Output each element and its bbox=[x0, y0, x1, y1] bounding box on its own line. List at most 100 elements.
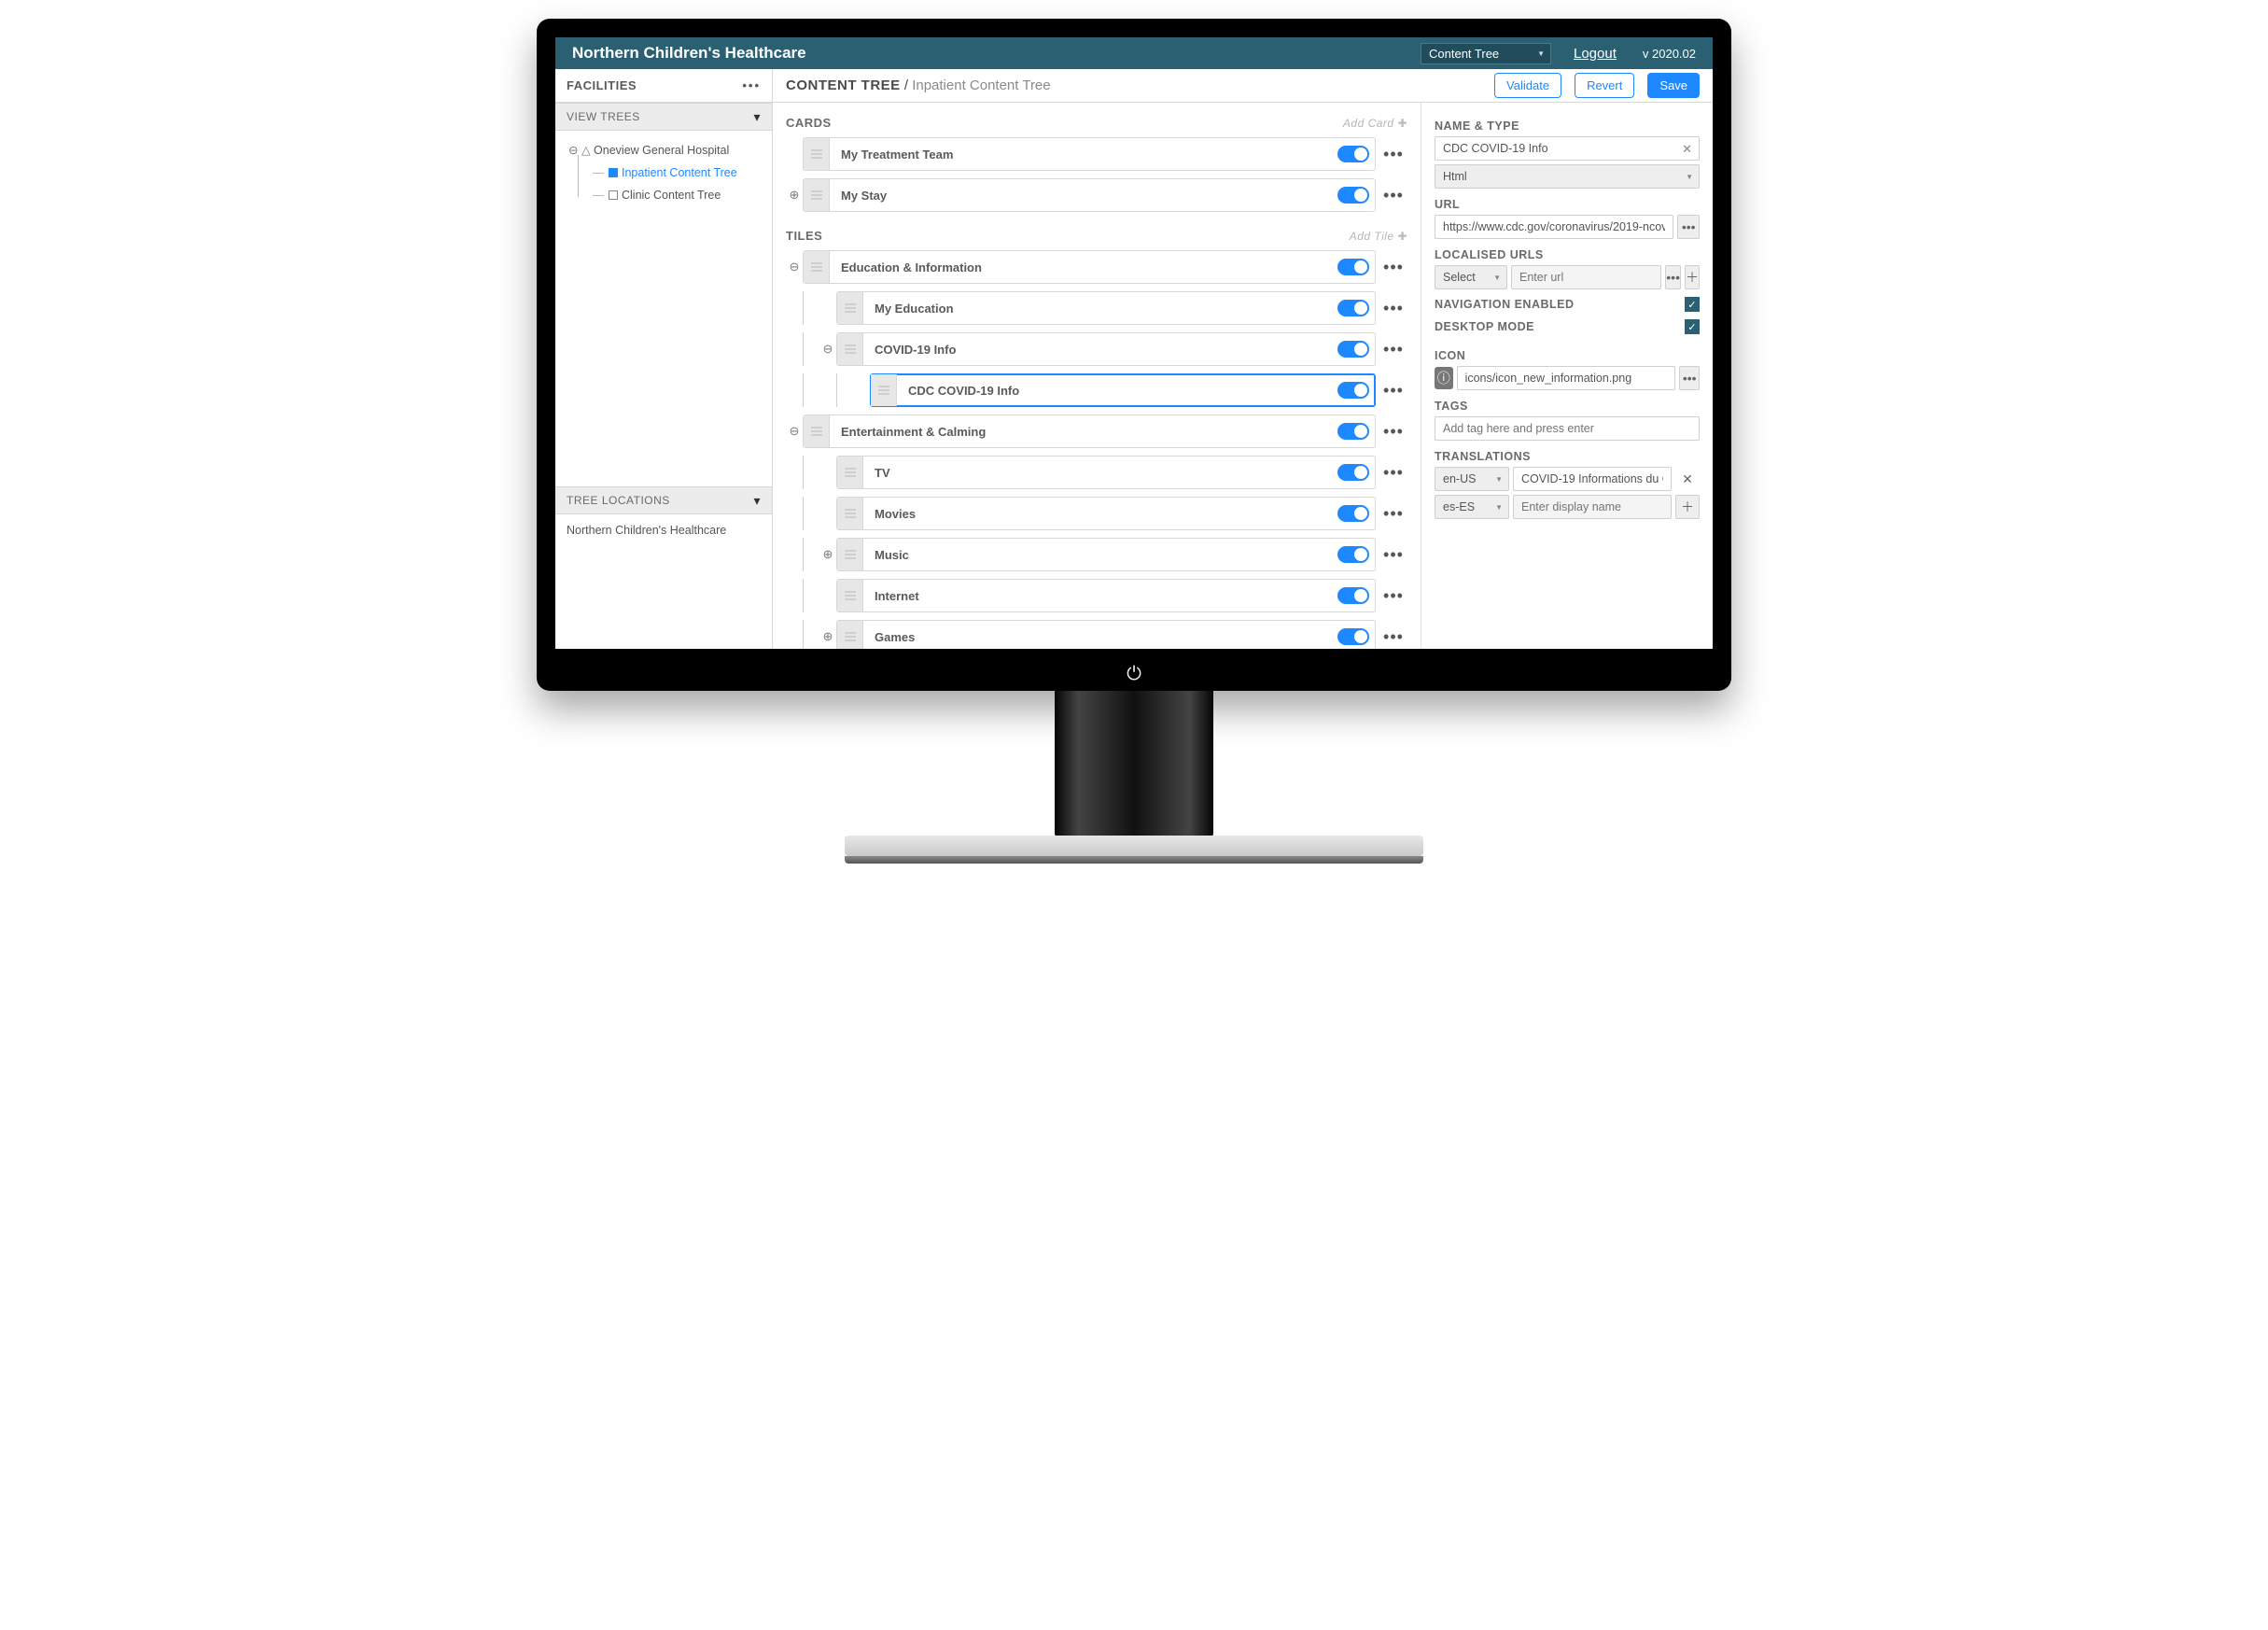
tiles-heading: TILES bbox=[786, 229, 822, 243]
cards-heading: CARDS bbox=[786, 116, 832, 130]
expand-toggle[interactable] bbox=[786, 260, 803, 274]
logout-link[interactable]: Logout bbox=[1574, 46, 1617, 62]
expand-toggle[interactable] bbox=[786, 188, 803, 203]
drag-handle-icon[interactable] bbox=[804, 251, 830, 283]
add-tile-link[interactable]: Add Tile bbox=[1350, 230, 1407, 243]
content-row[interactable]: CDC COVID-19 Info bbox=[870, 373, 1376, 407]
tree-node-inpatient[interactable]: Inpatient Content Tree bbox=[622, 166, 737, 179]
drag-handle-icon[interactable] bbox=[804, 138, 830, 170]
content-row[interactable]: Entertainment & Calming bbox=[803, 415, 1376, 448]
tree-node-clinic[interactable]: Clinic Content Tree bbox=[622, 189, 721, 202]
content-row[interactable]: COVID-19 Info bbox=[836, 332, 1376, 366]
row-menu-icon[interactable]: ••• bbox=[1379, 145, 1407, 164]
localised-url-lang-select[interactable]: Select bbox=[1435, 265, 1507, 289]
translation-value-field[interactable] bbox=[1513, 467, 1672, 491]
enabled-toggle[interactable] bbox=[1337, 505, 1369, 522]
enabled-toggle[interactable] bbox=[1337, 187, 1369, 204]
row-menu-icon[interactable]: ••• bbox=[1379, 186, 1407, 205]
translation-lang-select[interactable]: es-ES bbox=[1435, 495, 1509, 519]
enabled-toggle[interactable] bbox=[1337, 587, 1369, 604]
tags-heading: TAGS bbox=[1435, 400, 1700, 413]
content-row[interactable]: My Treatment Team bbox=[803, 137, 1376, 171]
localised-url-more-button[interactable]: ••• bbox=[1665, 265, 1681, 289]
url-more-button[interactable]: ••• bbox=[1677, 215, 1700, 239]
clear-name-icon[interactable]: ✕ bbox=[1682, 142, 1692, 157]
nav-enabled-checkbox[interactable]: ✓ bbox=[1685, 297, 1700, 312]
content-row-label: Games bbox=[863, 630, 1337, 644]
drag-handle-icon[interactable] bbox=[837, 292, 863, 324]
expand-toggle[interactable] bbox=[786, 424, 803, 439]
type-select[interactable]: Html bbox=[1435, 164, 1700, 189]
enabled-toggle[interactable] bbox=[1337, 341, 1369, 358]
facilities-menu-icon[interactable]: ••• bbox=[742, 78, 761, 92]
icon-more-button[interactable]: ••• bbox=[1679, 366, 1700, 390]
drag-handle-icon[interactable] bbox=[837, 621, 863, 649]
translation-add-button[interactable]: ＋ bbox=[1675, 495, 1700, 519]
drag-handle-icon[interactable] bbox=[804, 415, 830, 447]
row-menu-icon[interactable]: ••• bbox=[1379, 381, 1407, 400]
drag-handle-icon[interactable] bbox=[837, 498, 863, 529]
icon-path-field[interactable] bbox=[1457, 366, 1676, 390]
localised-url-add-button[interactable]: ＋ bbox=[1685, 265, 1700, 289]
content-row[interactable]: My Education bbox=[836, 291, 1376, 325]
drag-handle-icon[interactable] bbox=[837, 580, 863, 611]
drag-handle-icon[interactable] bbox=[871, 374, 897, 406]
breadcrumb: CONTENT TREE / Inpatient Content Tree bbox=[786, 77, 1051, 93]
enabled-toggle[interactable] bbox=[1337, 300, 1369, 316]
view-trees-toggle[interactable]: VIEW TREES bbox=[555, 103, 772, 131]
add-card-link[interactable]: Add Card bbox=[1343, 117, 1407, 130]
tree-root[interactable]: Oneview General Hospital bbox=[568, 140, 763, 162]
enabled-toggle[interactable] bbox=[1337, 382, 1369, 399]
content-tree-panel: CARDS Add Card My Treatment Team•••My St… bbox=[773, 103, 1421, 649]
drag-handle-icon[interactable] bbox=[837, 457, 863, 488]
desktop-mode-checkbox[interactable]: ✓ bbox=[1685, 319, 1700, 334]
enabled-toggle[interactable] bbox=[1337, 146, 1369, 162]
row-menu-icon[interactable]: ••• bbox=[1379, 627, 1407, 647]
row-menu-icon[interactable]: ••• bbox=[1379, 340, 1407, 359]
enabled-toggle[interactable] bbox=[1337, 546, 1369, 563]
translation-remove-button[interactable]: ✕ bbox=[1675, 467, 1700, 491]
enabled-toggle[interactable] bbox=[1337, 259, 1369, 275]
content-row[interactable]: Education & Information bbox=[803, 250, 1376, 284]
row-menu-icon[interactable]: ••• bbox=[1379, 422, 1407, 442]
save-button[interactable]: Save bbox=[1647, 73, 1700, 98]
enabled-toggle[interactable] bbox=[1337, 628, 1369, 645]
drag-handle-icon[interactable] bbox=[804, 179, 830, 211]
name-field[interactable] bbox=[1435, 136, 1700, 161]
properties-panel: NAME & TYPE ✕ Html URL ••• LOC bbox=[1421, 103, 1713, 649]
content-row-label: My Education bbox=[863, 302, 1337, 316]
translation-value-field[interactable] bbox=[1513, 495, 1672, 519]
expand-toggle[interactable] bbox=[819, 629, 836, 644]
content-row-label: Internet bbox=[863, 589, 1337, 603]
row-menu-icon[interactable]: ••• bbox=[1379, 545, 1407, 565]
url-heading: URL bbox=[1435, 198, 1700, 211]
content-row[interactable]: Music bbox=[836, 538, 1376, 571]
enabled-toggle[interactable] bbox=[1337, 464, 1369, 481]
drag-handle-icon[interactable] bbox=[837, 333, 863, 365]
expand-toggle[interactable] bbox=[819, 547, 836, 562]
row-menu-icon[interactable]: ••• bbox=[1379, 586, 1407, 606]
content-row[interactable]: Movies bbox=[836, 497, 1376, 530]
revert-button[interactable]: Revert bbox=[1575, 73, 1634, 98]
row-menu-icon[interactable]: ••• bbox=[1379, 504, 1407, 524]
chevron-down-icon bbox=[753, 493, 761, 509]
tree-locations-toggle[interactable]: TREE LOCATIONS bbox=[555, 486, 772, 514]
localised-url-field[interactable] bbox=[1511, 265, 1661, 289]
row-menu-icon[interactable]: ••• bbox=[1379, 299, 1407, 318]
content-row[interactable]: Internet bbox=[836, 579, 1376, 612]
expand-toggle[interactable] bbox=[819, 342, 836, 357]
tags-field[interactable] bbox=[1435, 416, 1700, 441]
row-menu-icon[interactable]: ••• bbox=[1379, 258, 1407, 277]
tree-location-value: Northern Children's Healthcare bbox=[555, 514, 772, 546]
url-field[interactable] bbox=[1435, 215, 1673, 239]
section-dropdown[interactable]: Content Tree bbox=[1421, 43, 1551, 64]
enabled-toggle[interactable] bbox=[1337, 423, 1369, 440]
content-row[interactable]: TV bbox=[836, 456, 1376, 489]
translation-lang-select[interactable]: en-US bbox=[1435, 467, 1509, 491]
validate-button[interactable]: Validate bbox=[1494, 73, 1561, 98]
content-row[interactable]: Games bbox=[836, 620, 1376, 649]
row-menu-icon[interactable]: ••• bbox=[1379, 463, 1407, 483]
content-row-label: Education & Information bbox=[830, 260, 1337, 274]
drag-handle-icon[interactable] bbox=[837, 539, 863, 570]
content-row[interactable]: My Stay bbox=[803, 178, 1376, 212]
